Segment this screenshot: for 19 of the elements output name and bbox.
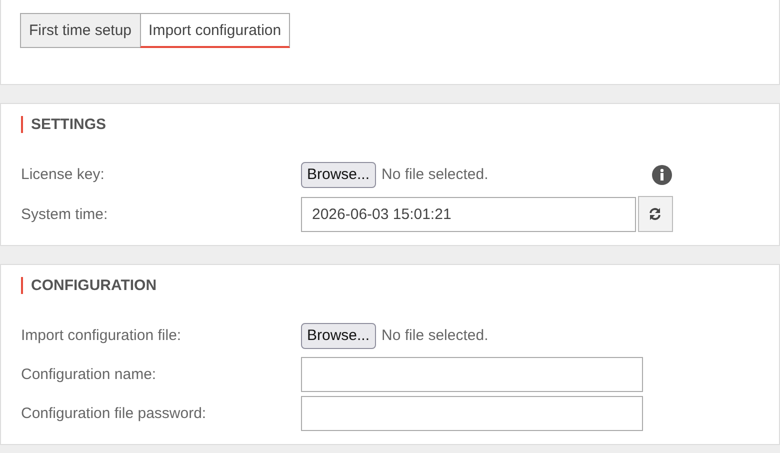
refresh-button[interactable] <box>638 196 673 232</box>
field-label: Configuration name: <box>20 366 158 383</box>
field-label: License key: <box>20 166 106 183</box>
file-status: No file selected. <box>382 327 490 344</box>
refresh-icon <box>648 207 662 221</box>
tab[interactable]: Import configuration <box>140 13 290 48</box>
time-field[interactable]: 2026-06-03 15:01:21 <box>301 196 636 232</box>
field-label: Import configuration file: <box>20 327 182 344</box>
section-title: SETTINGS <box>21 116 759 133</box>
section-title: CONFIGURATION <box>21 277 759 294</box>
field-label: Configuration file password: <box>20 405 208 422</box>
browse-button[interactable]: Browse... <box>301 322 376 348</box>
tab[interactable]: First time setup <box>20 13 141 48</box>
field-label: System time: <box>20 206 109 222</box>
browse-button[interactable]: Browse... <box>301 162 376 188</box>
text-field[interactable] <box>301 357 643 392</box>
file-status: No file selected. <box>382 166 490 183</box>
info-icon[interactable] <box>651 164 673 186</box>
text-field[interactable] <box>301 396 643 431</box>
